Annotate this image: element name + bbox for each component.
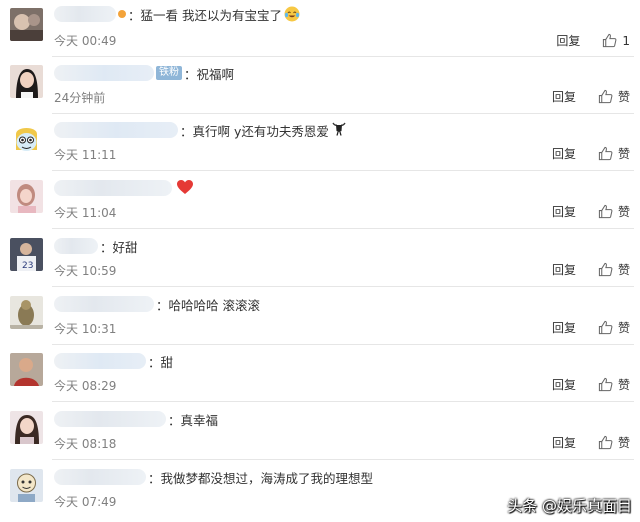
reply-button[interactable]: 回复 (552, 203, 576, 220)
comment-item: 铁粉 ：祝福啊 24分钟前 回复 赞 (0, 57, 640, 114)
like-button[interactable]: 赞 (598, 145, 630, 162)
like-button[interactable]: 1 (602, 33, 630, 48)
timestamp: 今天 10:59 (54, 264, 117, 278)
username[interactable] (54, 353, 146, 369)
comment-item: ：真幸福 今天 08:18 回复 赞 (0, 403, 640, 460)
username[interactable] (54, 296, 154, 312)
comment-text: ：猛一看 我还以为有宝宝了 (128, 7, 282, 23)
laughing-crying-emoji (284, 6, 300, 22)
timestamp: 24分钟前 (54, 91, 106, 105)
like-label: 赞 (617, 263, 630, 277)
bull-emoji (332, 121, 346, 139)
thumbs-up-icon (598, 262, 613, 277)
thumbs-up-icon (598, 435, 613, 450)
like-button[interactable]: 赞 (598, 203, 630, 220)
reply-button[interactable]: 回复 (552, 261, 576, 278)
username[interactable] (54, 6, 116, 22)
divider (52, 459, 634, 460)
like-button[interactable]: 赞 (598, 376, 630, 393)
comment-item: ：真行啊 y还有功夫秀恩爱 今天 11:11 回复 赞 (0, 114, 640, 171)
like-label: 赞 (617, 436, 630, 450)
reply-button[interactable]: 回复 (556, 32, 580, 49)
comment-item: 23 ：好甜 今天 10:59 回复 赞 (0, 230, 640, 287)
avatar[interactable] (10, 180, 43, 213)
username[interactable] (54, 65, 154, 81)
avatar[interactable] (10, 296, 43, 329)
reply-button[interactable]: 回复 (552, 376, 576, 393)
divider (52, 286, 634, 287)
like-label: 赞 (617, 321, 630, 335)
timestamp: 今天 11:04 (54, 206, 117, 220)
like-label: 赞 (617, 147, 630, 161)
comment-text: ：好甜 (100, 239, 138, 255)
avatar[interactable] (10, 8, 43, 41)
like-button[interactable]: 赞 (598, 319, 630, 336)
avatar[interactable] (10, 469, 43, 502)
username[interactable] (54, 411, 166, 427)
divider (52, 170, 634, 171)
timestamp: 今天 10:31 (54, 322, 117, 336)
username[interactable] (54, 122, 178, 138)
watermark: 头条 @娱乐真面目 (507, 497, 632, 515)
comment-text: ：我做梦都没想过，海涛成了我的理想型 (148, 470, 374, 486)
like-button[interactable]: 赞 (598, 261, 630, 278)
thumbs-up-icon (598, 320, 613, 335)
avatar[interactable] (10, 411, 43, 444)
like-label: 赞 (617, 90, 630, 104)
thumbs-up-icon (603, 33, 617, 48)
like-count: 1 (622, 33, 630, 48)
timestamp: 今天 07:49 (54, 495, 117, 509)
reply-button[interactable]: 回复 (552, 88, 576, 105)
comment-item: ：甜 今天 08:29 回复 赞 (0, 345, 640, 402)
divider (52, 228, 634, 229)
like-button[interactable]: 赞 (598, 434, 630, 451)
timestamp: 今天 08:18 (54, 437, 117, 451)
comment-text: ：祝福啊 (184, 66, 235, 82)
level-icon (118, 10, 126, 18)
timestamp: 今天 08:29 (54, 379, 117, 393)
red-heart-emoji (176, 179, 194, 198)
fan-badge: 铁粉 (156, 66, 182, 80)
comment-text: ：哈哈哈哈 滚滚滚 (156, 297, 260, 313)
thumbs-up-icon (598, 377, 613, 392)
thumbs-up-icon (598, 204, 613, 219)
comment-text: ：真幸福 (168, 412, 219, 428)
comment-item: ：猛一看 我还以为有宝宝了 今天 00:49 回复 1 (0, 0, 640, 57)
timestamp: 今天 11:11 (54, 148, 117, 162)
reply-button[interactable]: 回复 (552, 434, 576, 451)
like-label: 赞 (617, 378, 630, 392)
avatar[interactable] (10, 65, 43, 98)
thumbs-up-icon (598, 146, 613, 161)
svg-text:23: 23 (22, 261, 33, 271)
avatar[interactable]: 23 (10, 238, 43, 271)
comment-text: ：甜 (148, 354, 174, 370)
avatar[interactable] (10, 353, 43, 386)
thumbs-up-icon (598, 89, 613, 104)
username[interactable] (54, 469, 146, 485)
divider (52, 401, 634, 402)
username[interactable] (54, 238, 98, 254)
comment-text: ：真行啊 y还有功夫秀恩爱 (180, 123, 329, 139)
timestamp: 今天 00:49 (54, 34, 117, 48)
comment-list: ：猛一看 我还以为有宝宝了 今天 00:49 回复 1 铁粉 ：祝福啊 24分钟… (0, 0, 640, 522)
avatar[interactable] (10, 122, 43, 155)
comment-item: ：哈哈哈哈 滚滚滚 今天 10:31 回复 赞 (0, 288, 640, 345)
comment-item: 今天 11:04 回复 赞 (0, 172, 640, 229)
username[interactable] (54, 180, 172, 196)
reply-button[interactable]: 回复 (552, 145, 576, 162)
like-label: 赞 (617, 205, 630, 219)
reply-button[interactable]: 回复 (552, 319, 576, 336)
like-button[interactable]: 赞 (598, 88, 630, 105)
